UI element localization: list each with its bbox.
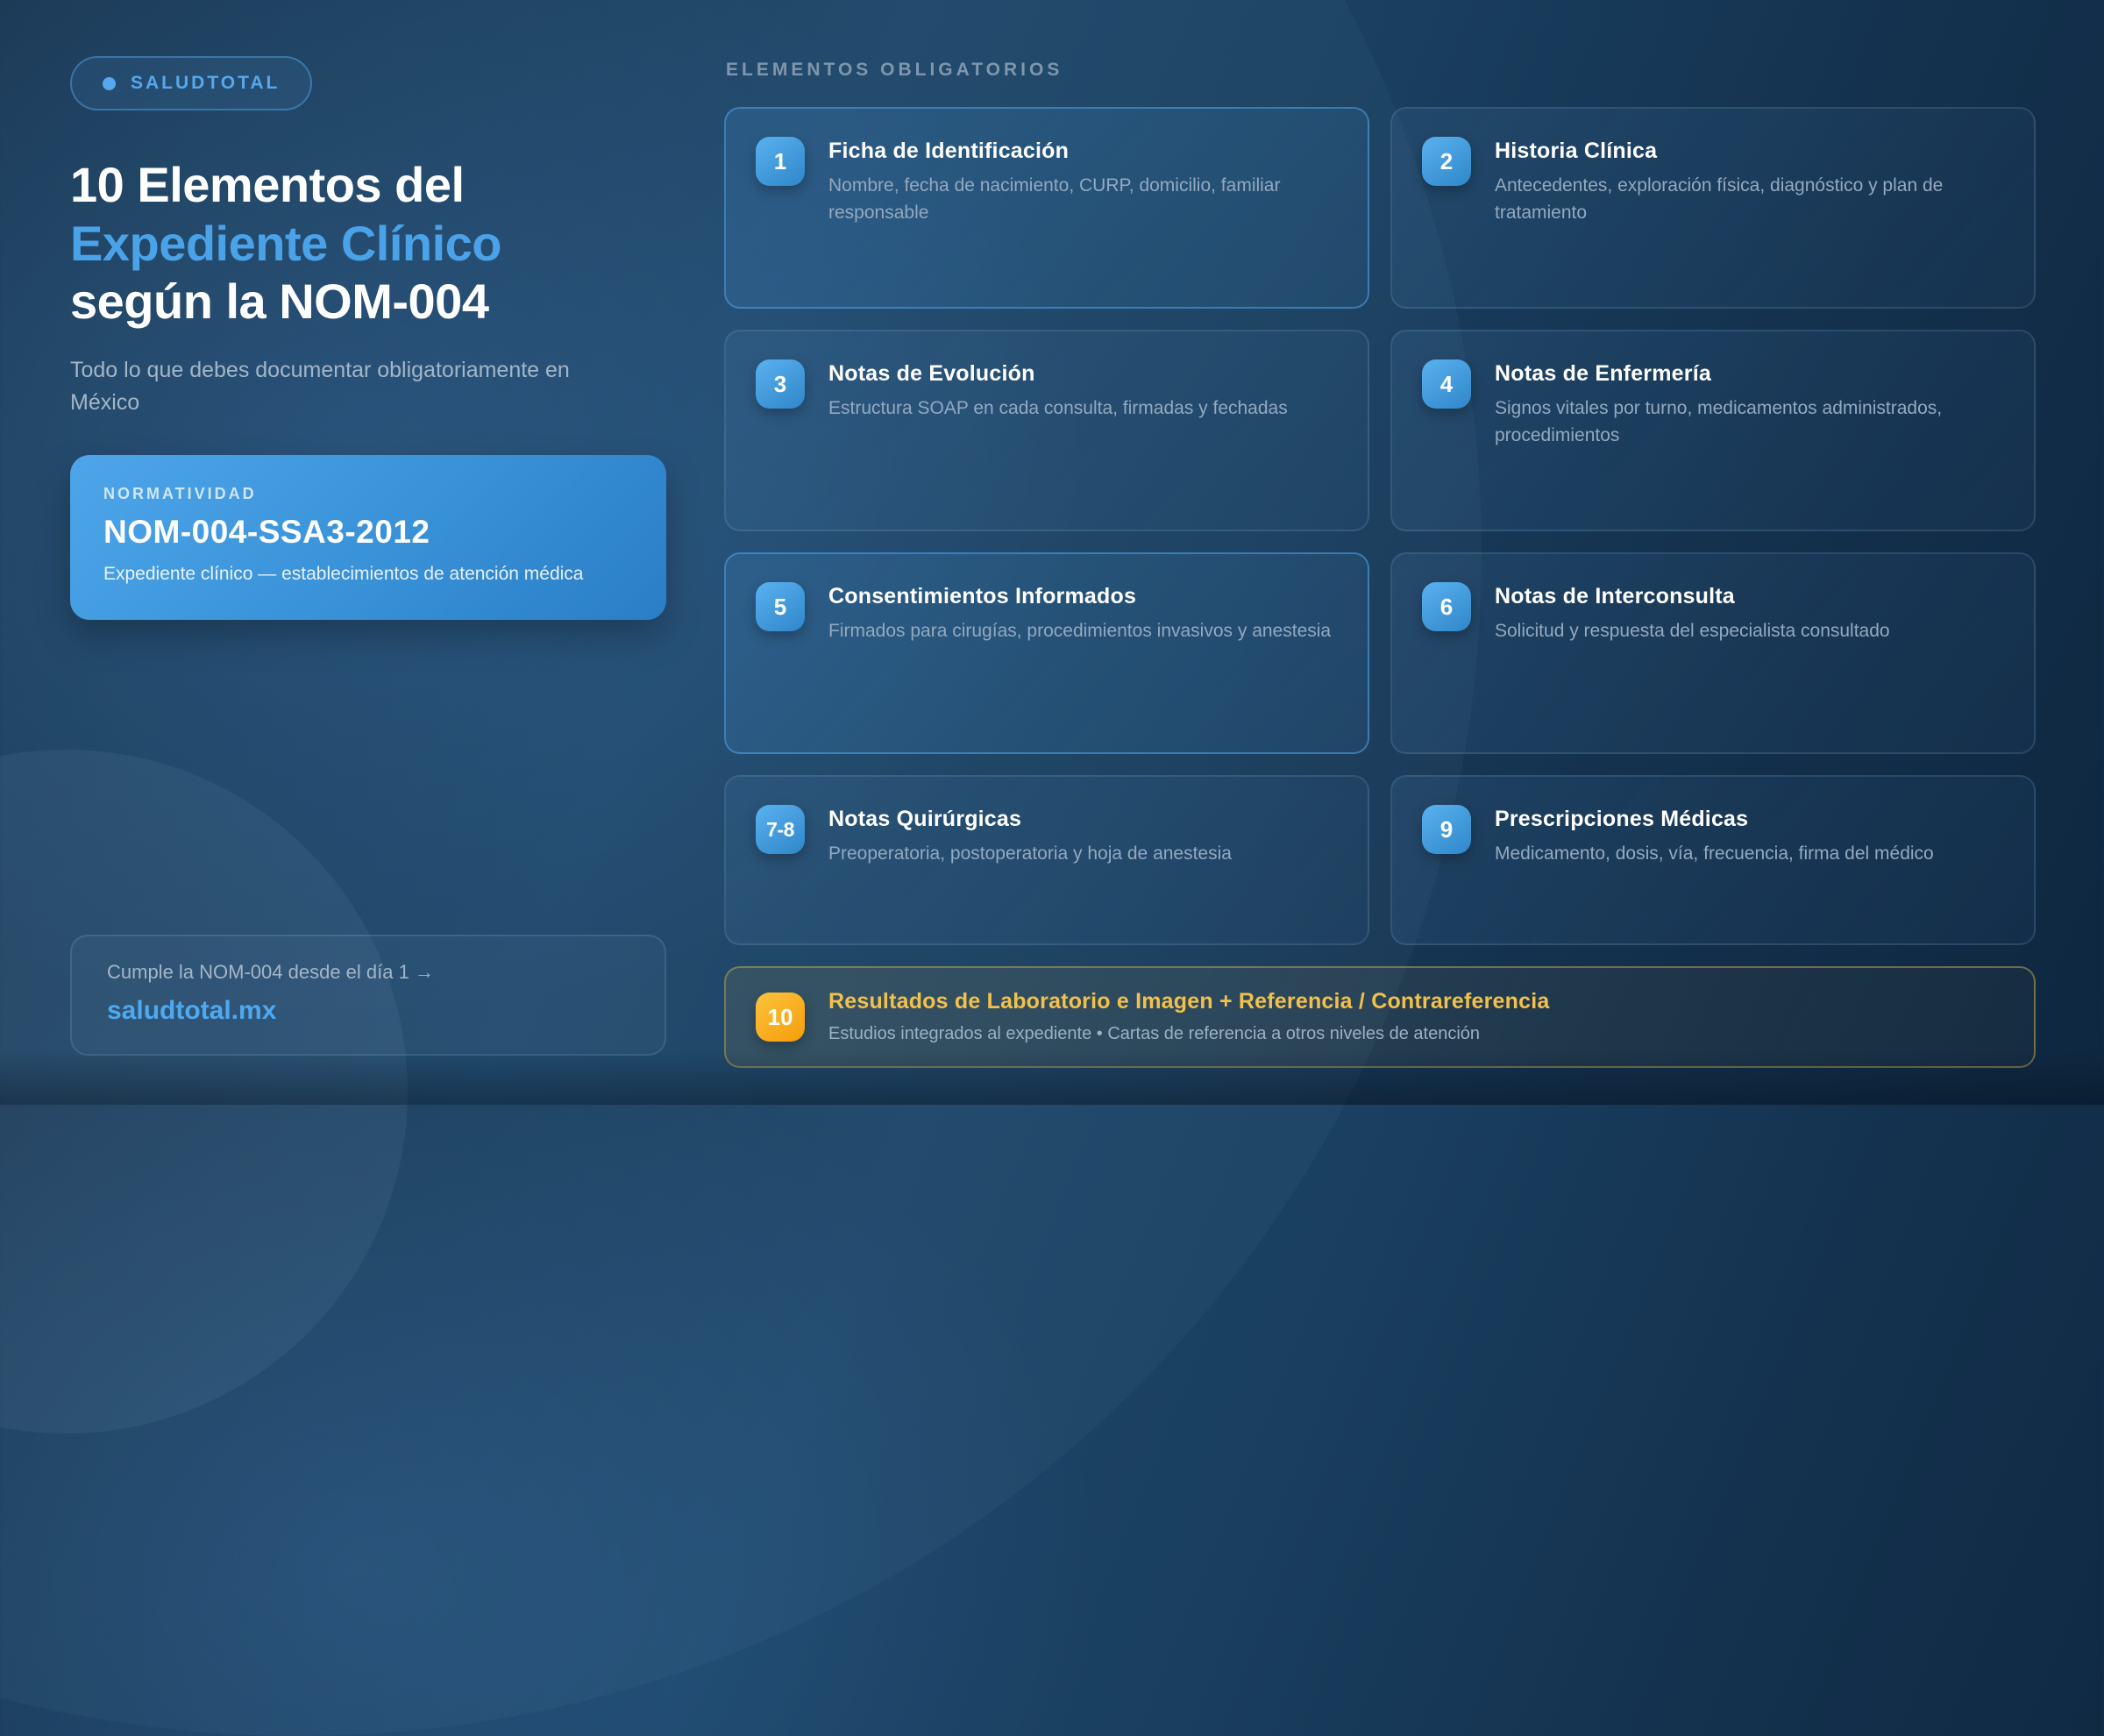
- element-title: Prescripciones Médicas: [1495, 807, 1934, 832]
- cta-text: Cumple la NOM-004 desde el día 1 →: [107, 961, 629, 984]
- section-heading: ELEMENTOS OBLIGATORIOS: [726, 60, 2036, 81]
- element-number-badge: 9: [1422, 805, 1471, 854]
- page-subtitle: Todo lo que debes documentar obligatoria…: [70, 354, 666, 420]
- left-spacer: [70, 620, 666, 935]
- brand-dot-icon: [103, 77, 116, 90]
- element-card-body: Prescripciones Médicas Medicamento, dosi…: [1495, 805, 1934, 867]
- element-description: Medicamento, dosis, vía, frecuencia, fir…: [1495, 840, 1934, 867]
- title-line-2-accent: Expediente Clínico: [70, 215, 666, 274]
- element-description: Solicitud y respuesta del especialista c…: [1495, 617, 1890, 644]
- element-title: Notas de Evolución: [828, 361, 1288, 387]
- element-description: Firmados para cirugías, procedimientos i…: [828, 617, 1331, 644]
- element-title: Notas de Interconsulta: [1495, 584, 1890, 609]
- element-description: Estudios integrados al expediente • Cart…: [828, 1021, 1549, 1048]
- brand-badge: SALUDTOTAL: [70, 56, 312, 110]
- element-card: 3 Notas de Evolución Estructura SOAP en …: [724, 330, 1369, 531]
- element-card: 1 Ficha de Identificación Nombre, fecha …: [724, 107, 1369, 309]
- element-number-badge: 1: [756, 137, 805, 186]
- title-line-1: 10 Elementos del: [70, 156, 666, 215]
- element-card-body: Ficha de Identificación Nombre, fecha de…: [828, 137, 1338, 226]
- element-card-body: Notas Quirúrgicas Preoperatoria, postope…: [828, 805, 1232, 867]
- element-number-badge: 6: [1422, 582, 1471, 631]
- element-card-body: Notas de Interconsulta Solicitud y respu…: [1495, 582, 1890, 644]
- element-number-badge: 2: [1422, 137, 1471, 186]
- normativity-description: Expediente clínico — establecimientos de…: [103, 561, 594, 587]
- brand-label: SALUDTOTAL: [131, 73, 280, 94]
- element-title: Notas Quirúrgicas: [828, 807, 1232, 832]
- element-card: 4 Notas de Enfermería Signos vitales por…: [1390, 330, 2036, 531]
- element-title: Notas de Enfermería: [1495, 361, 2004, 387]
- page-title: 10 Elementos del Expediente Clínico segú…: [70, 156, 666, 331]
- element-card: 7-8 Notas Quirúrgicas Preoperatoria, pos…: [724, 775, 1369, 945]
- normativity-label: NORMATIVIDAD: [103, 485, 633, 503]
- element-number-badge: 3: [756, 359, 805, 409]
- element-description: Signos vitales por turno, medicamentos a…: [1495, 395, 2004, 449]
- left-column: SALUDTOTAL 10 Elementos del Expediente C…: [70, 56, 666, 1056]
- element-title: Consentimientos Informados: [828, 584, 1331, 609]
- element-description: Nombre, fecha de nacimiento, CURP, domic…: [828, 172, 1338, 226]
- normativity-title: NOM-004-SSA3-2012: [103, 514, 633, 551]
- element-description: Antecedentes, exploración física, diagnó…: [1495, 172, 2004, 226]
- element-card: 2 Historia Clínica Antecedentes, explora…: [1390, 107, 2036, 309]
- element-number-badge: 10: [756, 993, 805, 1042]
- right-column: ELEMENTOS OBLIGATORIOS 1 Ficha de Identi…: [724, 56, 2036, 1056]
- cta-card: Cumple la NOM-004 desde el día 1 → salud…: [70, 935, 666, 1056]
- element-card: 9 Prescripciones Médicas Medicamento, do…: [1390, 775, 2036, 945]
- element-description: Estructura SOAP en cada consulta, firmad…: [828, 395, 1288, 422]
- element-card-body: Historia Clínica Antecedentes, exploraci…: [1495, 137, 2004, 226]
- elements-grid: 1 Ficha de Identificación Nombre, fecha …: [724, 107, 2036, 1068]
- element-number-badge: 5: [756, 582, 805, 631]
- normativity-card: NORMATIVIDAD NOM-004-SSA3-2012 Expedient…: [70, 455, 666, 620]
- element-card-body: Consentimientos Informados Firmados para…: [828, 582, 1331, 644]
- element-title: Ficha de Identificación: [828, 139, 1338, 164]
- page: SALUDTOTAL 10 Elementos del Expediente C…: [0, 0, 2104, 1105]
- element-card-body: Notas de Evolución Estructura SOAP en ca…: [828, 359, 1288, 422]
- element-card: 5 Consentimientos Informados Firmados pa…: [724, 552, 1369, 754]
- element-card: 6 Notas de Interconsulta Solicitud y res…: [1390, 552, 2036, 754]
- title-line-3: según la NOM-004: [70, 273, 666, 331]
- element-number-badge: 7-8: [756, 805, 805, 854]
- element-number-badge: 4: [1422, 359, 1471, 409]
- element-title: Resultados de Laboratorio e Imagen + Ref…: [828, 989, 1549, 1014]
- element-description: Preoperatoria, postoperatoria y hoja de …: [828, 840, 1232, 867]
- site-link[interactable]: saludtotal.mx: [107, 996, 629, 1026]
- element-title: Historia Clínica: [1495, 139, 2004, 164]
- element-card: 10 Resultados de Laboratorio e Imagen + …: [724, 966, 2036, 1068]
- element-card-body: Notas de Enfermería Signos vitales por t…: [1495, 359, 2004, 449]
- element-card-body: Resultados de Laboratorio e Imagen + Ref…: [828, 987, 1549, 1048]
